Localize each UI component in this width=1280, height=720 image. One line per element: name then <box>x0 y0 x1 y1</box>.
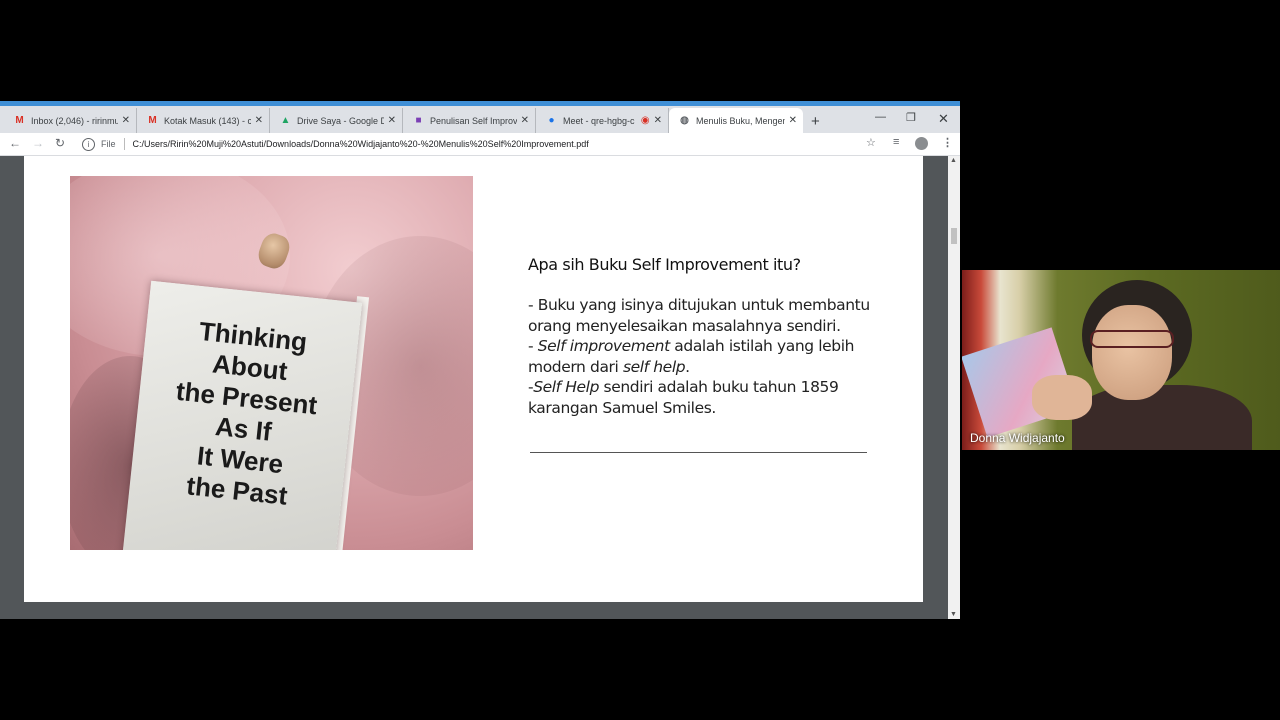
browser-window: M Inbox (2,046) - ririnmuji ✕ M Kotak Ma… <box>0 101 960 619</box>
tab-title: Menulis Buku, Mengem <box>696 115 785 126</box>
star-icon[interactable]: ☆ <box>866 136 876 149</box>
text-run-italic: Self improvement <box>537 337 670 355</box>
tab-pdf-active[interactable]: ◍ Menulis Buku, Mengem ✕ <box>669 108 803 133</box>
tab-title: Inbox (2,046) - ririnmuji <box>31 115 118 126</box>
video-person-face <box>1092 305 1172 400</box>
tab-title: Meet - qre-hgbg-c <box>563 115 635 126</box>
gmail-icon: M <box>15 115 24 126</box>
bullet-3: -Self Help sendiri adalah buku tahun 185… <box>528 377 888 418</box>
tab-strip: M Inbox (2,046) - ririnmuji ✕ M Kotak Ma… <box>0 106 960 133</box>
tab-google-drive[interactable]: ▲ Drive Saya - Google Dr ✕ <box>270 108 403 133</box>
participant-video-tile[interactable]: Donna Widjajanto <box>962 270 1280 450</box>
bullet-2: - Self improvement adalah istilah yang l… <box>528 336 888 377</box>
tab-classroom[interactable]: ■ Penulisan Self Improve ✕ <box>403 108 536 133</box>
tab-title: Penulisan Self Improve <box>430 115 517 126</box>
navigation-toolbar: ← → ↻ i File C:/Users/Ririn%20Muji%20Ast… <box>0 133 960 156</box>
address-bar[interactable]: i File C:/Users/Ririn%20Muji%20Astuti/Do… <box>78 135 883 153</box>
forward-arrow-icon[interactable]: → <box>32 136 44 150</box>
video-person-hand <box>1032 375 1092 420</box>
text-run-italic: self help <box>622 357 686 376</box>
tab-meet[interactable]: ● Meet - qre-hgbg-c ◉ ✕ <box>536 108 669 133</box>
slide-body: - Buku yang isinya ditujukan untuk memba… <box>528 295 888 418</box>
scheme-label: File <box>101 139 116 149</box>
close-icon[interactable]: ✕ <box>122 115 130 126</box>
new-tab-button[interactable]: + <box>811 113 820 130</box>
tab-title: Kotak Masuk (143) - cla <box>164 115 251 126</box>
classroom-icon: ■ <box>415 115 422 126</box>
reload-icon[interactable]: ↻ <box>55 136 65 150</box>
scrollbar-thumb[interactable] <box>951 228 957 244</box>
url-text[interactable]: C:/Users/Ririn%20Muji%20Astuti/Downloads… <box>133 139 589 149</box>
tab-gmail-inbox[interactable]: M Inbox (2,046) - ririnmuji ✕ <box>4 108 137 133</box>
divider-line <box>530 452 867 453</box>
window-close-button[interactable]: ✕ <box>938 111 949 127</box>
recording-icon: ◉ <box>640 115 650 126</box>
text-run: . <box>685 357 690 376</box>
pdf-viewer: Thinking About the Present As If It Were… <box>0 156 960 619</box>
avatar[interactable] <box>915 137 928 150</box>
media-queue-icon[interactable]: ≡ <box>893 136 899 148</box>
video-person-glasses <box>1090 330 1174 348</box>
scroll-down-arrow-icon[interactable]: ▼ <box>950 611 957 618</box>
close-icon[interactable]: ✕ <box>789 115 797 126</box>
google-drive-icon: ▲ <box>280 115 291 126</box>
vertical-scrollbar[interactable]: ▲ ▼ <box>948 156 960 619</box>
close-icon[interactable]: ✕ <box>521 115 529 126</box>
text-run: - <box>528 337 538 355</box>
restore-button[interactable]: ❐ <box>906 111 916 124</box>
bullet-1: - Buku yang isinya ditujukan untuk memba… <box>528 296 870 335</box>
close-icon[interactable]: ✕ <box>654 115 662 126</box>
slide-heading: Apa sih Buku Self Improvement itu? <box>528 255 801 274</box>
menu-kebab-icon[interactable]: ⋮ <box>942 136 953 149</box>
info-icon[interactable]: i <box>82 137 95 151</box>
globe-icon: ◍ <box>680 115 689 126</box>
divider <box>123 138 125 150</box>
meet-icon: ● <box>548 115 555 126</box>
tab-title: Drive Saya - Google Dr <box>297 115 384 126</box>
pdf-page: Thinking About the Present As If It Were… <box>24 156 923 602</box>
text-run-italic: Self Help <box>533 378 600 396</box>
video-person-body <box>1072 385 1252 450</box>
book-photo: Thinking About the Present As If It Were… <box>70 176 473 550</box>
close-icon[interactable]: ✕ <box>388 115 396 126</box>
tab-gmail-kotak-masuk[interactable]: M Kotak Masuk (143) - cla ✕ <box>137 108 270 133</box>
book-cover-title: Thinking About the Present As If It Were… <box>131 311 359 518</box>
gmail-icon: M <box>148 115 157 126</box>
participant-name: Donna Widjajanto <box>970 431 1065 445</box>
back-arrow-icon[interactable]: ← <box>9 136 21 150</box>
close-icon[interactable]: ✕ <box>255 115 263 126</box>
scroll-up-arrow-icon[interactable]: ▲ <box>950 157 957 164</box>
minimize-button[interactable]: — <box>875 111 886 123</box>
